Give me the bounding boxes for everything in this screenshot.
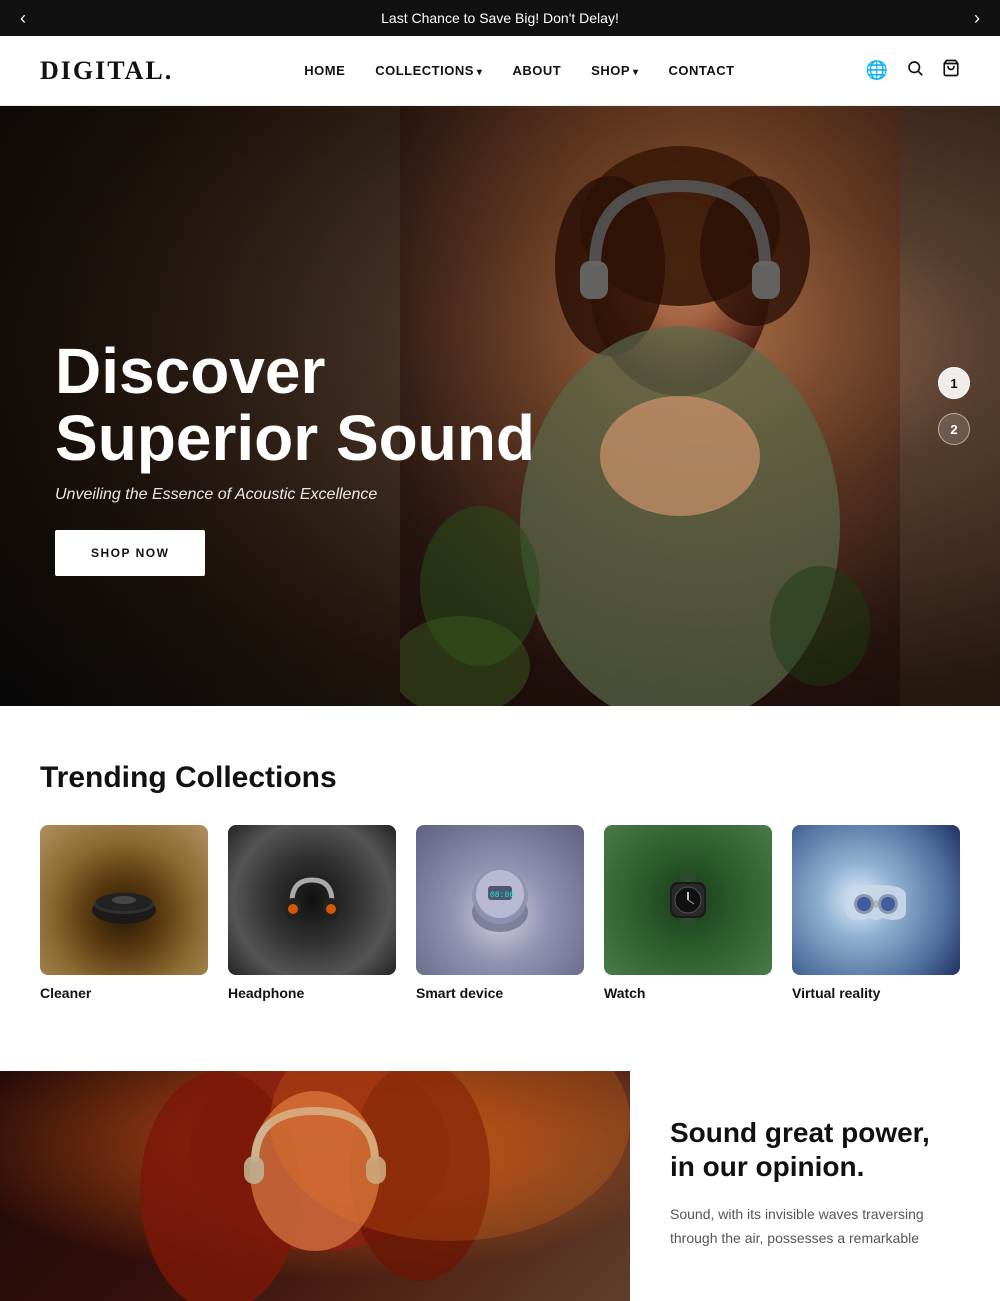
collections-grid: Cleaner Headphone [40,825,960,1001]
watch-image [604,825,772,975]
globe-button[interactable]: 🌐 [866,60,888,81]
nav-link-shop[interactable]: SHOP▾ [591,63,638,78]
cleaner-label: Cleaner [40,985,208,1001]
main-nav: HOME COLLECTIONS▾ ABOUT SHOP▾ CONTACT [304,62,734,80]
hero-page-2[interactable]: 2 [938,413,970,445]
feature-text-block: Sound great power, in our opinion. Sound… [630,1071,1000,1301]
collection-vr[interactable]: Virtual reality [792,825,960,1001]
feature-image [0,1071,630,1301]
nav-link-collections[interactable]: COLLECTIONS▾ [375,63,482,78]
feature-section: Sound great power, in our opinion. Sound… [0,1071,1000,1301]
globe-icon: 🌐 [866,60,888,80]
collection-watch[interactable]: Watch [604,825,772,1001]
announcement-next-button[interactable]: › [974,8,980,29]
nav-link-contact[interactable]: CONTACT [669,63,735,78]
collection-smartdevice[interactable]: 08:06 Smart device [416,825,584,1001]
announcement-prev-button[interactable]: ‹ [20,8,26,29]
nav-item-collections[interactable]: COLLECTIONS▾ [375,62,482,80]
smartdevice-image: 08:06 [416,825,584,975]
nav-item-about[interactable]: ABOUT [512,62,561,80]
nav-link-home[interactable]: HOME [304,63,345,78]
hero-page-1[interactable]: 1 [938,367,970,399]
headphone-image [228,825,396,975]
announcement-text: Last Chance to Save Big! Don't Delay! [381,10,619,26]
announcement-bar: ‹ Last Chance to Save Big! Don't Delay! … [0,0,1000,36]
vr-label: Virtual reality [792,985,960,1001]
nav-item-contact[interactable]: CONTACT [669,62,735,80]
header-icons: 🌐 [866,59,960,82]
trending-title: Trending Collections [40,761,960,795]
search-button[interactable] [906,59,924,82]
smartdevice-label: Smart device [416,985,584,1001]
search-icon [906,61,924,81]
vr-image [792,825,960,975]
headphone-label: Headphone [228,985,396,1001]
feature-body-text: Sound, with its invisible waves traversi… [670,1203,960,1251]
trending-collections-section: Trending Collections Cleaner [0,706,1000,1041]
hero-content: Discover Superior Sound Unveiling the Es… [55,338,605,576]
nav-link-about[interactable]: ABOUT [512,63,561,78]
watch-label: Watch [604,985,772,1001]
shop-chevron-icon: ▾ [633,67,639,78]
hero-pagination: 1 2 [938,367,970,445]
shop-now-button[interactable]: SHOP NOW [55,530,205,576]
feature-heading: Sound great power, in our opinion. [670,1116,960,1183]
cleaner-image [40,825,208,975]
svg-text:08:06: 08:06 [490,891,514,900]
cart-button[interactable] [942,59,960,82]
collections-chevron-icon: ▾ [477,67,483,78]
header: DIGITAL. HOME COLLECTIONS▾ ABOUT SHOP▾ C… [0,36,1000,106]
collection-cleaner[interactable]: Cleaner [40,825,208,1001]
hero-section: Discover Superior Sound Unveiling the Es… [0,106,1000,706]
nav-item-shop[interactable]: SHOP▾ [591,62,638,80]
collection-headphone[interactable]: Headphone [228,825,396,1001]
nav-item-home[interactable]: HOME [304,62,345,80]
logo[interactable]: DIGITAL. [40,56,173,86]
hero-subtitle: Unveiling the Essence of Acoustic Excell… [55,486,605,504]
hero-title: Discover Superior Sound [55,338,605,472]
cart-icon [942,61,960,81]
